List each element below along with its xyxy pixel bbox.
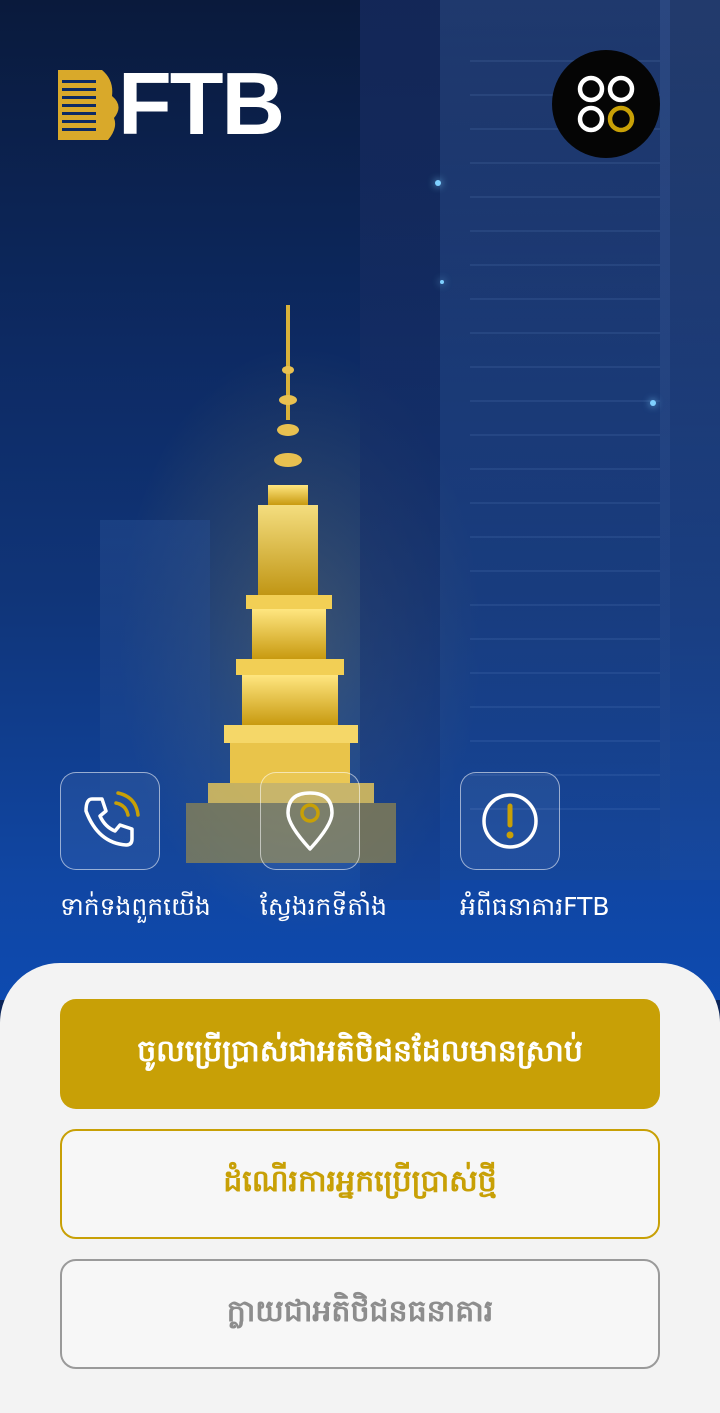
about-ftb-button[interactable]: [460, 772, 560, 870]
map-pin-icon: [286, 791, 334, 851]
city-light: [440, 280, 444, 284]
ftb-logo: FTB: [58, 60, 318, 148]
become-customer-button[interactable]: ក្លាយជាអតិថិជនធនាគារ: [60, 1259, 660, 1369]
apps-grid-icon: [577, 75, 635, 133]
login-existing-customer-button[interactable]: ចូលប្រើប្រាស់ជាអតិថិជនដែលមានស្រាប់: [60, 999, 660, 1109]
building: [660, 0, 720, 880]
building-windows: [470, 60, 660, 820]
ftb-emblem-icon: [58, 70, 119, 140]
info-alert-icon: [482, 793, 538, 849]
phone-call-icon: [84, 791, 140, 847]
about-ftb-label: អំពីធនាគារFTB: [460, 892, 610, 921]
find-location-button[interactable]: [260, 772, 360, 870]
city-light: [435, 180, 441, 186]
contact-us-action[interactable]: ទាក់ទងពួកយើង: [60, 772, 250, 928]
contact-us-label: ទាក់ទងពួកយើង: [60, 892, 211, 921]
apps-menu-button[interactable]: [552, 50, 660, 158]
about-ftb-action[interactable]: អំពីធនាគារFTB: [460, 772, 650, 928]
contact-us-button[interactable]: [60, 772, 160, 870]
brand-name: FTB: [118, 54, 285, 153]
new-user-button[interactable]: ដំណើរការអ្នកប្រើប្រាស់ថ្មី: [60, 1129, 660, 1239]
find-location-action[interactable]: ស្វែងរកទីតាំង: [260, 772, 450, 928]
city-light: [650, 400, 656, 406]
find-location-label: ស្វែងរកទីតាំង: [260, 892, 387, 921]
